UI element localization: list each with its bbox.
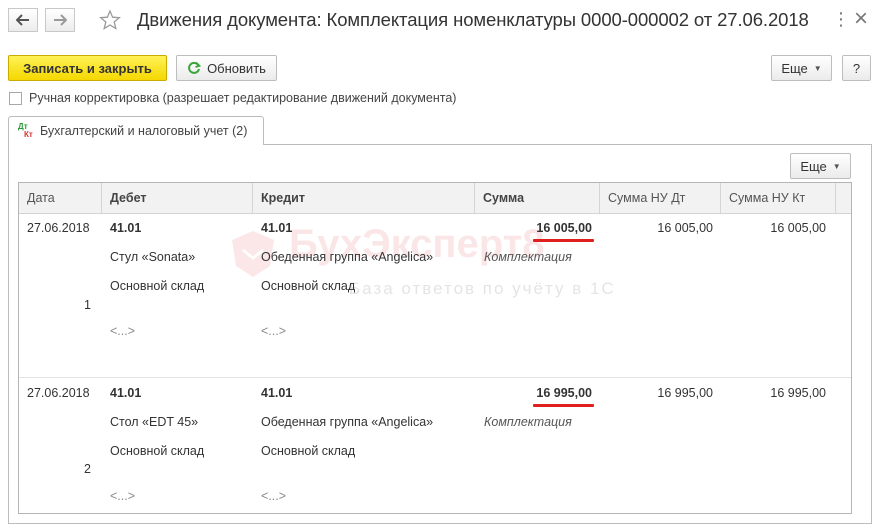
debit-subconto-3: <...>	[110, 324, 136, 338]
credit-subconto-1: Обеденная группа «Angelica»	[261, 250, 434, 264]
refresh-button[interactable]: Обновить	[176, 55, 277, 81]
row-date: 27.06.2018	[27, 221, 90, 235]
debit-subconto-2: Основной склад	[110, 444, 205, 458]
content: Комплектация	[484, 250, 572, 264]
more-label: Еще	[781, 60, 808, 76]
column-amount-nu-kt[interactable]: Сумма НУ Кт	[721, 183, 836, 213]
panel-more-button[interactable]: Еще ▼	[790, 153, 851, 179]
credit-account: 41.01	[261, 221, 293, 235]
debit-subconto-3: <...>	[110, 489, 136, 503]
credit-subconto-1: Обеденная группа «Angelica»	[261, 415, 434, 429]
column-credit[interactable]: Кредит	[253, 183, 475, 213]
watermark-subtitle: База ответов по учёту в 1С	[349, 279, 616, 298]
save-and-close-button[interactable]: Записать и закрыть	[8, 55, 167, 81]
amount-highlight	[533, 239, 594, 242]
manual-edit-label: Ручная корректировка (разрешает редактир…	[29, 91, 457, 105]
refresh-label: Обновить	[207, 60, 266, 76]
arrow-right-icon	[54, 14, 67, 26]
row-line-number: 2	[84, 462, 91, 476]
help-button[interactable]: ?	[842, 55, 871, 81]
tab-label: Бухгалтерский и налоговый учет (2)	[40, 124, 248, 138]
amount-nu-dt: 16 005,00	[657, 221, 713, 235]
amount-nu-kt: 16 005,00	[770, 221, 826, 235]
chevron-down-icon: ▼	[813, 63, 822, 73]
dt-kt-icon: Дт Кт	[18, 122, 33, 139]
manual-edit-checkbox[interactable]	[9, 92, 22, 105]
debit-subconto-1: Стол «EDT 45»	[110, 415, 199, 429]
debit-account: 41.01	[110, 221, 142, 235]
arrow-left-icon	[16, 14, 29, 26]
table-header: Дата Дебет Кредит Сумма Сумма НУ Дт Сумм…	[19, 183, 851, 214]
amount-nu-dt: 16 995,00	[657, 386, 713, 400]
chevron-down-icon: ▼	[832, 161, 841, 171]
row-date: 27.06.2018	[27, 386, 90, 400]
debit-subconto-1: Стул «Sonata»	[110, 250, 196, 264]
amount-highlight	[533, 404, 594, 407]
credit-account: 41.01	[261, 386, 293, 400]
credit-subconto-3: <...>	[261, 489, 287, 503]
row-line-number: 1	[84, 298, 91, 312]
favorite-button[interactable]	[99, 9, 121, 36]
amount-nu-kt: 16 995,00	[770, 386, 826, 400]
window-menu-button[interactable]: ⋮	[832, 9, 850, 30]
star-icon	[99, 9, 121, 30]
movements-table[interactable]: Дата Дебет Кредит Сумма Сумма НУ Дт Сумм…	[18, 182, 852, 514]
credit-subconto-2: Основной склад	[261, 444, 356, 458]
more-button[interactable]: Еще ▼	[771, 55, 832, 81]
amount: 16 005,00	[536, 221, 592, 235]
column-date[interactable]: Дата	[19, 183, 102, 213]
window-title: Движения документа: Комплектация номенкл…	[137, 9, 809, 30]
content: Комплектация	[484, 415, 572, 429]
forward-button[interactable]	[45, 8, 75, 32]
close-button[interactable]: ×	[854, 5, 868, 33]
back-button[interactable]	[8, 8, 38, 32]
credit-subconto-2: Основной склад	[261, 279, 356, 293]
column-amount-nu-dt[interactable]: Сумма НУ Дт	[600, 183, 721, 213]
column-debit[interactable]: Дебет	[102, 183, 253, 213]
refresh-icon	[188, 61, 202, 74]
credit-subconto-3: <...>	[261, 324, 287, 338]
row-separator	[19, 377, 851, 378]
debit-account: 41.01	[110, 386, 142, 400]
amount: 16 995,00	[536, 386, 592, 400]
column-amount[interactable]: Сумма	[475, 183, 600, 213]
debit-subconto-2: Основной склад	[110, 279, 205, 293]
tab-accounting[interactable]: Дт Кт Бухгалтерский и налоговый учет (2)	[8, 116, 264, 145]
panel-more-label: Еще	[800, 158, 827, 174]
